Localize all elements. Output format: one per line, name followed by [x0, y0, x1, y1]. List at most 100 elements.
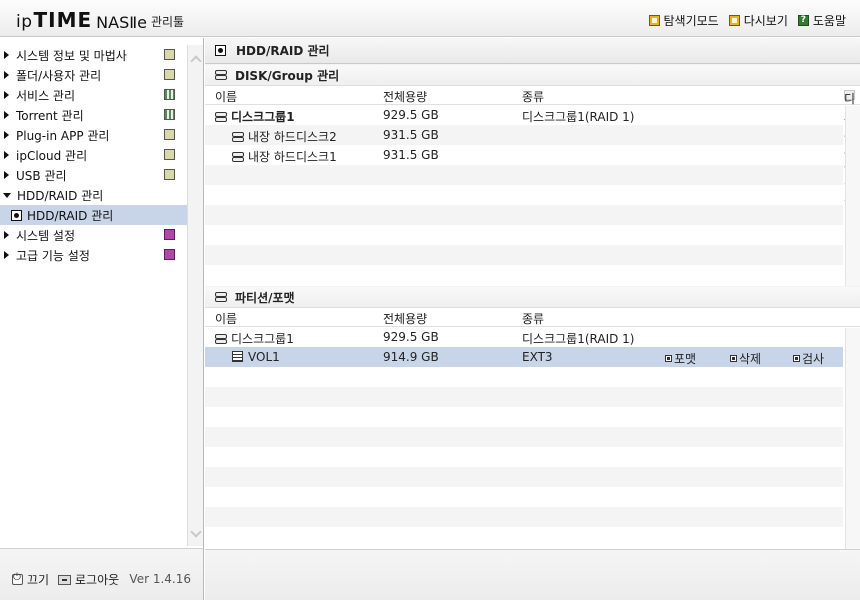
delete-button[interactable]: 삭제	[730, 350, 761, 367]
disk-group-header: DISK/Group 관리	[205, 65, 860, 86]
hard-disk-name: 내장 하드디스크2	[248, 130, 337, 144]
disk-icon	[11, 209, 22, 221]
col-capacity: 전체용량	[383, 312, 428, 326]
sidebar-item-advanced-settings[interactable]: 고급 기능 설정	[0, 245, 187, 265]
row-capacity: 931.5 GB	[383, 148, 439, 162]
col-type: 종류	[522, 312, 545, 326]
disk-group-icon	[215, 112, 227, 122]
sidebar-scrollbar[interactable]	[187, 45, 203, 546]
format-button[interactable]: 포맷	[665, 350, 696, 367]
partition-title: 파티션/포맷	[235, 290, 295, 305]
expand-arrow-icon	[4, 251, 9, 259]
help-link[interactable]: ? 도움말	[797, 12, 846, 29]
sidebar-item-ipcloud[interactable]: ipCloud 관리	[0, 145, 187, 165]
plugin-icon	[164, 129, 175, 140]
sidebar-item-service[interactable]: 서비스 관리	[0, 85, 187, 105]
sidebar-item-label: HDD/RAID 관리	[27, 208, 114, 223]
sidebar-item-label: ipCloud 관리	[16, 148, 88, 163]
row-capacity: 929.5 GB	[383, 108, 439, 122]
expand-arrow-icon	[4, 111, 9, 119]
row-name: 내장 하드디스크2	[232, 128, 337, 145]
volume-name: VOL1	[248, 350, 280, 364]
empty-row	[205, 165, 843, 185]
collapse-arrow-icon	[3, 192, 11, 198]
folder-icon	[164, 69, 175, 80]
disk-group-panel: DISK/Group 관리 이름 전체용량 종류 디스크그룹 생성 디스크그룹1…	[205, 65, 860, 286]
app-header: ip TIME NASⅡe 관리툴 탐색기모드 다시보기 ? 도움말	[0, 0, 860, 37]
table-row[interactable]: 디스크그룹1 929.5 GB 디스크그룹1(RAID 1)	[205, 105, 843, 125]
logo-manager: 관리툴	[150, 15, 185, 29]
sidebar-item-label: 시스템 정보 및 마법사	[16, 48, 127, 63]
sidebar-item-system-info[interactable]: 시스템 정보 및 마법사	[0, 45, 187, 65]
expand-arrow-icon	[4, 131, 9, 139]
refresh-link[interactable]: 다시보기	[728, 12, 788, 29]
sidebar-item-label: Plug-in APP 관리	[16, 128, 110, 143]
table-row[interactable]: VOL1 914.9 GB EXT3 포맷 삭제 검사	[205, 347, 843, 367]
row-type: EXT3	[522, 350, 553, 364]
sidebar-item-torrent[interactable]: Torrent 관리	[0, 105, 187, 125]
explorer-icon	[648, 15, 660, 26]
sidebar-item-folder-user[interactable]: 폴더/사용자 관리	[0, 65, 187, 85]
col-type: 종류	[522, 90, 545, 104]
delete-icon	[730, 355, 737, 362]
volume-icon	[232, 351, 243, 362]
sidebar-footer: 끄기 로그아웃 Ver 1.4.16	[0, 548, 203, 600]
disk-group-columns: 이름 전체용량 종류 디스크그룹 생성	[205, 86, 860, 208]
disk-group-title: DISK/Group 관리	[235, 68, 340, 83]
empty-row	[205, 205, 843, 225]
help-icon: ?	[797, 15, 809, 26]
expand-arrow-icon	[4, 51, 9, 59]
expand-arrow-icon	[4, 91, 9, 99]
empty-row	[205, 507, 843, 527]
col-capacity: 전체용량	[383, 90, 428, 104]
sidebar-item-usb[interactable]: USB 관리	[0, 165, 187, 185]
sidebar-item-label: 시스템 설정	[16, 228, 76, 243]
check-label: 검사	[802, 352, 825, 366]
disk-group-name: 디스크그룹1	[231, 332, 294, 346]
logout-button[interactable]: 로그아웃	[58, 571, 119, 588]
sidebar-item-label: 고급 기능 설정	[16, 248, 90, 263]
power-off-button[interactable]: 끄기	[12, 571, 49, 588]
logout-icon	[58, 574, 71, 585]
row-type: 디스크그룹1(RAID 1)	[522, 332, 635, 346]
hard-disk-icon	[232, 152, 244, 162]
empty-row	[205, 387, 843, 407]
sidebar-subitem-hdd-raid[interactable]: HDD/RAID 관리	[0, 205, 187, 225]
empty-row	[205, 427, 843, 447]
advanced-settings-icon	[164, 249, 175, 260]
expand-arrow-icon	[4, 151, 9, 159]
service-icon	[164, 89, 175, 100]
logo-ip: ip	[16, 12, 33, 32]
chart-icon	[164, 49, 175, 60]
cloud-icon	[164, 149, 175, 160]
explorer-mode-link[interactable]: 탐색기모드	[648, 12, 719, 29]
table-row[interactable]: 디스크그룹1 929.5 GB 디스크그룹1(RAID 1)	[205, 327, 843, 347]
empty-row	[205, 467, 843, 487]
sidebar-item-label: USB 관리	[16, 168, 67, 183]
main-content: HDD/RAID 관리 DISK/Group 관리 이름 전체용량 종류 디스크…	[205, 38, 860, 600]
row-capacity: 929.5 GB	[383, 330, 439, 344]
scroll-up-icon[interactable]	[190, 55, 202, 67]
disk-stack-icon	[215, 70, 227, 80]
sidebar-item-system-settings[interactable]: 시스템 설정	[0, 225, 187, 245]
usb-icon	[164, 169, 175, 180]
scroll-down-icon[interactable]	[190, 526, 202, 538]
row-name: 내장 하드디스크1	[232, 148, 337, 165]
sidebar-item-plugin-app[interactable]: Plug-in APP 관리	[0, 125, 187, 145]
sidebar-menu: 시스템 정보 및 마법사 폴더/사용자 관리 서비스 관리 Torrent 관리…	[0, 45, 187, 265]
version-label: Ver 1.4.16	[129, 572, 191, 586]
check-button[interactable]: 검사	[793, 350, 824, 367]
partition-columns: 이름 전체용량 종류	[205, 308, 860, 327]
page-title: HDD/RAID 관리	[205, 38, 860, 64]
sidebar-item-label: Torrent 관리	[16, 108, 84, 123]
partition-icon	[215, 292, 227, 302]
row-name: VOL1	[232, 350, 280, 364]
partition-scrollbar[interactable]	[845, 328, 860, 549]
header-links: 탐색기모드 다시보기 ? 도움말	[648, 12, 846, 29]
empty-row	[205, 447, 843, 467]
row-capacity: 931.5 GB	[383, 128, 439, 142]
sidebar-item-hdd-raid[interactable]: HDD/RAID 관리	[0, 185, 187, 205]
disk-group-scrollbar[interactable]	[845, 106, 860, 286]
table-row[interactable]: 내장 하드디스크1 931.5 GB	[205, 145, 843, 165]
table-row[interactable]: 내장 하드디스크2 931.5 GB	[205, 125, 843, 145]
